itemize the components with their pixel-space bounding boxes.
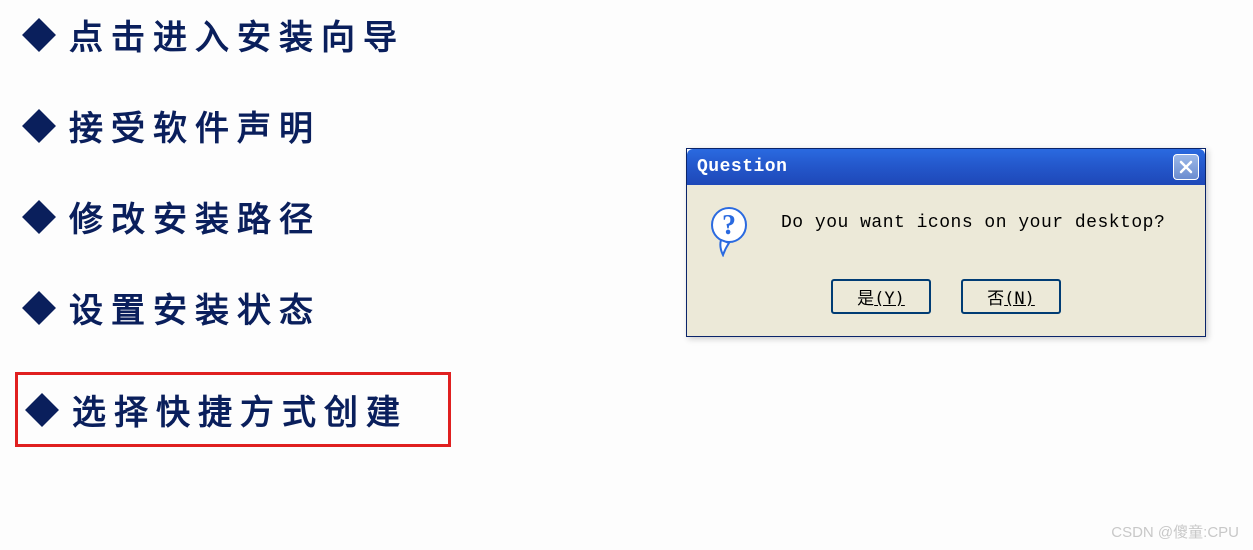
step-item: 点击进入安装向导 — [15, 0, 451, 69]
diamond-bullet-icon — [22, 291, 56, 325]
step-label: 接受软件声明 — [69, 101, 321, 150]
watermark: CSDN @傻童:CPU — [1111, 521, 1239, 542]
dialog-titlebar[interactable]: Question — [687, 149, 1205, 185]
diamond-bullet-icon — [25, 393, 59, 427]
question-dialog: Question ? Do you want icons on your des… — [686, 148, 1206, 337]
dialog-message: Do you want icons on your desktop? — [781, 207, 1165, 233]
step-label: 设置安装状态 — [69, 283, 321, 332]
yes-button-text: 是 — [857, 289, 874, 309]
dialog-content: ? Do you want icons on your desktop? — [705, 207, 1187, 257]
no-button-text: 否 — [987, 289, 1004, 309]
close-icon — [1179, 160, 1193, 174]
yes-button-key: (Y) — [874, 289, 905, 309]
no-button-key: (N) — [1004, 289, 1035, 309]
dialog-button-row: 是(Y) 否(N) — [705, 279, 1187, 314]
no-button[interactable]: 否(N) — [961, 279, 1061, 314]
diamond-bullet-icon — [22, 18, 56, 52]
dialog-body: ? Do you want icons on your desktop? 是(Y… — [687, 185, 1205, 336]
install-steps-list: 点击进入安装向导 接受软件声明 修改安装路径 设置安装状态 选择快捷方式创建 — [15, 0, 451, 469]
yes-button[interactable]: 是(Y) — [831, 279, 931, 314]
dialog-title: Question — [697, 157, 787, 177]
step-label: 选择快捷方式创建 — [72, 385, 408, 434]
svg-text:?: ? — [722, 210, 736, 241]
close-button[interactable] — [1173, 154, 1199, 180]
question-icon: ? — [711, 207, 753, 257]
step-label: 点击进入安装向导 — [69, 10, 405, 59]
step-item: 设置安装状态 — [15, 273, 451, 342]
diamond-bullet-icon — [22, 109, 56, 143]
step-label: 修改安装路径 — [69, 192, 321, 241]
step-item-current: 选择快捷方式创建 — [15, 372, 451, 447]
diamond-bullet-icon — [22, 200, 56, 234]
step-item: 接受软件声明 — [15, 91, 451, 160]
step-item: 修改安装路径 — [15, 182, 451, 251]
